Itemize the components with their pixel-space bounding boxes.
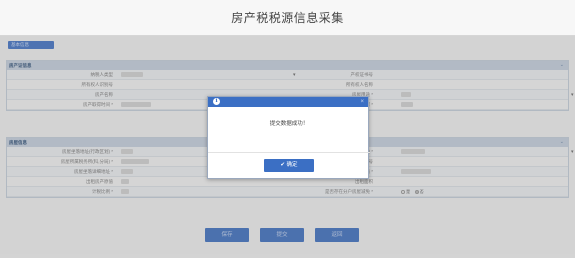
dialog-message: 提交数据成功！ bbox=[269, 121, 309, 127]
dialog-header: i × bbox=[208, 97, 368, 107]
page-header: 房产税税源信息采集 bbox=[0, 0, 575, 36]
info-icon: i bbox=[213, 98, 220, 105]
confirm-button[interactable]: ✔ 确定 bbox=[264, 159, 314, 172]
success-dialog: i × 提交数据成功！ ✔ 确定 bbox=[207, 96, 370, 179]
tax-source-page: 房产税税源信息采集 基本信息 房产证信息 ⌄ 纳税人类型 ▾ 产权证书号 所有权… bbox=[0, 0, 575, 258]
divider bbox=[208, 152, 370, 153]
close-icon[interactable]: × bbox=[360, 97, 364, 107]
page-title: 房产税税源信息采集 bbox=[231, 11, 344, 25]
